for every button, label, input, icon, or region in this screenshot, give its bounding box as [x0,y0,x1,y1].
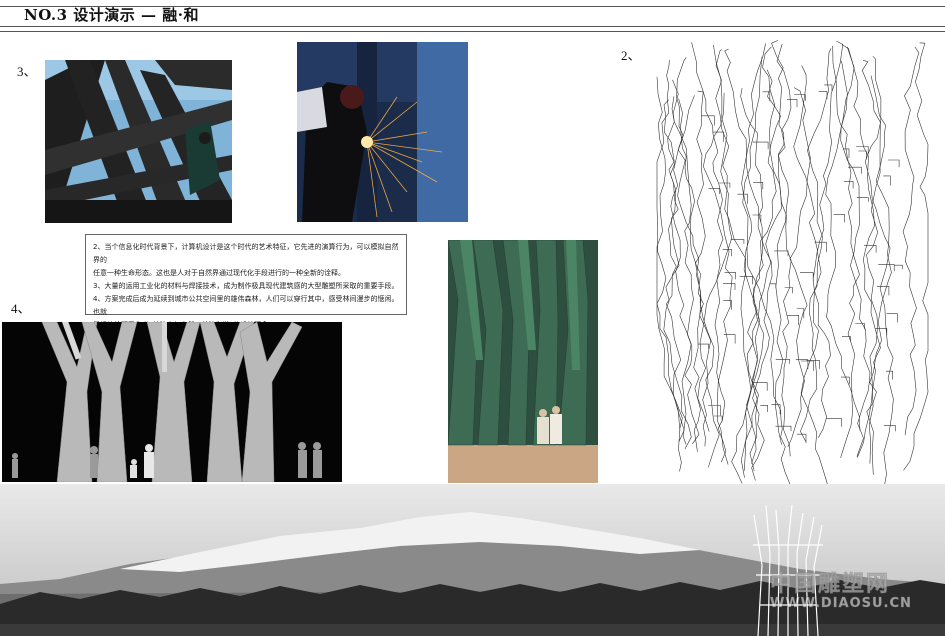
wireframe-branch [762,46,792,457]
wireframe-rung [708,188,720,195]
description-line: 3、大量的运用工业化的材料与焊接技术，成为制作极具现代建筑感的大型雕塑所采取的重… [93,282,399,290]
wireframe-rung [774,250,789,257]
wireframe-rung [826,418,842,427]
wireframe-rung [800,272,814,281]
description-line: 任意一种生命形态。这也是人对于自然界通过现代化手段进行的一种全新的诠释。 [93,269,345,277]
wireframe-rung [833,214,845,223]
wireframe-rung [876,286,890,296]
wireframe-rung [713,415,723,422]
wireframe-rung [723,334,736,344]
wireframe-forest-drawing [655,35,930,490]
wireframe-rung [796,433,807,443]
wireframe-rung [886,313,898,323]
wireframe-rung [730,239,745,244]
wireframe-rung [760,405,768,412]
wireframe-branch [840,60,871,457]
green-tree-sculpture-render [448,240,598,483]
wireframe-rung [697,343,709,349]
wireframe-branch [787,87,811,448]
wireframe-branch [800,40,844,490]
wireframe-rung [708,405,721,416]
wireframe-branch [857,60,881,458]
wireframe-rung [787,315,799,326]
wireframe-rung [856,197,869,202]
wireframe-branch [841,44,881,464]
wireframe-rung [775,425,792,431]
wireframe-rung [724,272,736,280]
wireframe-rung [818,91,828,100]
wireframe-rung [858,150,867,160]
steel-structure-photo [45,60,232,223]
design-description: 2、当个信息化时代背景下，计算机设计是这个时代的艺术特征，它先进的演算行为，可以… [85,234,407,329]
page-title: NO.3 设计演示 — 融·和 [24,6,199,24]
header-bottom-rule [0,31,945,32]
white-tree-sculpture-render [2,322,342,482]
wireframe-branch [740,88,764,471]
figure-label-2: 2、 [621,48,641,63]
figure-label-4: 4、 [11,301,31,316]
wireframe-rung [712,131,724,142]
wireframe-rung [787,99,798,108]
wireframe-branch [665,96,685,443]
wireframe-rung [894,264,903,270]
wireframe-branch [866,75,892,475]
wireframe-branch [691,42,727,463]
wireframe-rung [887,159,900,168]
wireframe-rung [883,175,891,186]
site-watermark: 中国雕塑网 WWW.DIAOSU.CN [770,566,912,612]
wireframe-rung [855,323,865,330]
welding-photo [297,42,468,222]
wireframe-branch [724,48,773,481]
wireframe-rung [739,276,753,285]
watermark-url: WWW.DIAOSU.CN [770,596,912,611]
wireframe-rung [701,115,715,126]
wireframe-branch [656,59,681,431]
wireframe-branch [793,65,831,438]
wireframe-rung [723,283,736,290]
wireframe-branch [902,46,920,436]
wireframe-rung [752,141,769,150]
wireframe-rung [769,283,777,289]
description-line: 2、当个信息化时代背景下，计算机设计是这个时代的艺术特征，它先进的演算行为，可以… [93,243,399,264]
wireframe-branch [903,42,929,471]
description-line: 4、方案完成后成为延续到城市公共空间里的雄伟森林，人们可以穿行其中，感受林间漫步… [93,295,399,316]
watermark-site-name: 中国雕塑网 [770,572,891,598]
wireframe-branch [741,43,766,472]
header-rule [0,26,945,27]
figure-label-3: 3、 [17,64,37,79]
wireframe-rung [794,94,806,101]
wireframe-branch [832,45,860,458]
wireframe-branch [697,44,733,432]
